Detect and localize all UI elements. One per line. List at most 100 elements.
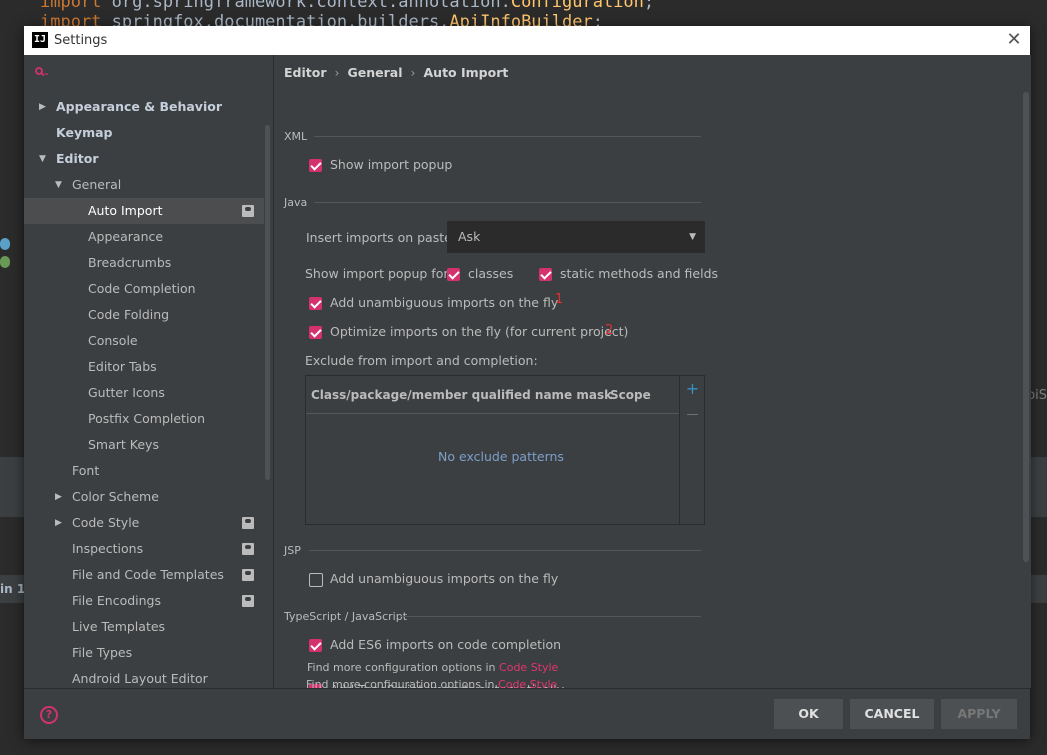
checkbox-icon[interactable] [309,159,322,172]
help-icon[interactable]: ? [40,706,58,724]
sidebar-item-editor-tabs[interactable]: Editor Tabs [24,354,264,380]
section-divider [314,136,701,137]
sidebar-item-label: Smart Keys [88,437,159,452]
sidebar-item-label: Color Scheme [72,489,159,504]
sidebar-item-auto-import[interactable]: Auto Import [24,198,264,224]
checkbox-icon[interactable] [309,297,322,310]
table-toolbar: + — [679,376,705,524]
project-scope-icon [242,205,254,217]
checkbox-icon[interactable] [309,573,323,587]
checkbox-icon[interactable] [309,326,322,339]
insert-on-paste-dropdown[interactable]: Ask ▼ [447,221,705,253]
background-icon [0,256,10,268]
exclude-patterns-table: Class/package/member qualified name mask… [305,375,705,525]
search-icon [35,67,48,77]
sidebar-item-gutter-icons[interactable]: Gutter Icons [24,380,264,406]
insert-on-paste-label: Insert imports on paste: [306,230,457,245]
remove-icon[interactable]: — [680,403,705,425]
sidebar-item-label: File and Code Templates [72,567,224,582]
sidebar-item-label: Console [88,333,138,348]
code-style-link[interactable]: Code Style [499,661,558,674]
section-title-jsp: JSP [284,544,301,557]
breadcrumb-separator: › [410,65,416,80]
content-scrollbar[interactable] [1023,92,1029,562]
section-title-xml: XML [284,130,308,143]
dialog-button-bar: ? OK CANCEL APPLY [24,688,1030,739]
search-input[interactable] [24,55,273,89]
sidebar-item-editor[interactable]: ▼ Editor [24,146,264,172]
sidebar-item-file-encodings[interactable]: File Encodings [24,588,264,614]
sidebar-item-smart-keys[interactable]: Smart Keys [24,432,264,458]
sidebar-item-label: Breadcrumbs [88,255,172,270]
sidebar-item-code-style[interactable]: ▶ Code Style [24,510,264,536]
sidebar-item-label: Auto Import [88,203,163,218]
project-scope-icon [242,595,254,607]
checkbox-label: Add ES6 imports on code completion [330,637,562,652]
checkbox-label: Add unambiguous imports on the fly [330,295,559,310]
checkbox-icon[interactable] [309,639,322,652]
sidebar-item-live-templates[interactable]: Live Templates [24,614,264,640]
sidebar-item-label: Appearance & Behavior [56,99,222,114]
breadcrumb: Editor › General › Auto Import [284,65,508,80]
settings-content: Editor › General › Auto Import XML Show impo… [273,55,1031,697]
sidebar-item-label: General [72,177,122,192]
checkbox-label: classes [468,266,514,281]
background-icon [0,238,10,250]
expand-right-icon[interactable]: ▶ [55,510,62,536]
sidebar-item-appearance[interactable]: Appearance [24,224,264,250]
settings-dialog: IJ Settings ✕ ▶ Appearance & Behavior Keym… [24,26,1031,739]
ok-button[interactable]: OK [774,699,843,729]
breadcrumb-auto-import: Auto Import [423,65,509,80]
sidebar-item-code-folding[interactable]: Code Folding [24,302,264,328]
sidebar-item-postfix-completion[interactable]: Postfix Completion [24,406,264,432]
expand-right-icon[interactable]: ▶ [39,94,46,120]
section-title-java: Java [284,196,308,209]
checkbox-icon[interactable] [539,268,552,281]
sidebar-item-code-completion[interactable]: Code Completion [24,276,264,302]
empty-table-text: No exclude patterns [438,449,564,464]
chevron-down-icon: ▼ [689,232,696,242]
sidebar-item-label: File Encodings [72,593,162,608]
hint-text: Find more configuration options in [307,661,500,674]
table-header: Class/package/member qualified name mask… [306,376,679,414]
expand-down-icon[interactable]: ▼ [39,146,46,172]
intellij-logo-icon: IJ [32,32,48,48]
sidebar-item-general[interactable]: ▼ General [24,172,264,198]
section-divider [314,202,701,203]
sidebar-item-inspections[interactable]: Inspections [24,536,264,562]
sidebar-item-label: Inspections [72,541,144,556]
sidebar-item-label: Postfix Completion [88,411,205,426]
expand-right-icon[interactable]: ▶ [55,484,62,510]
sidebar-item-appearance-behavior[interactable]: ▶ Appearance & Behavior [24,94,264,120]
sidebar-item-label: File Types [72,645,133,660]
column-header-mask[interactable]: Class/package/member qualified name mask [311,388,612,402]
breadcrumb-separator: › [334,65,340,80]
exclude-label: Exclude from import and completion: [305,353,538,368]
cancel-button[interactable]: CANCEL [850,699,934,729]
sidebar-item-color-scheme[interactable]: ▶ Color Scheme [24,484,264,510]
close-button[interactable]: ✕ [1004,30,1024,50]
sidebar-item-file-and-code-templates[interactable]: File and Code Templates [24,562,264,588]
sidebar-item-file-types[interactable]: File Types [24,640,264,666]
sidebar-item-breadcrumbs[interactable]: Breadcrumbs [24,250,264,276]
sidebar-item-console[interactable]: Console [24,328,264,354]
apply-button[interactable]: APPLY [941,699,1017,729]
add-icon[interactable]: + [680,378,705,400]
sidebar-item-keymap[interactable]: Keymap [24,120,264,146]
sidebar-item-label: Code Style [72,515,140,530]
sidebar-item-font[interactable]: Font [24,458,264,484]
expand-down-icon[interactable]: ▼ [55,172,62,198]
breadcrumb-general[interactable]: General [348,65,403,80]
window-title: Settings [54,33,108,48]
sidebar-scrollbar[interactable] [265,125,270,480]
column-header-scope[interactable]: Scope [610,388,651,402]
section-divider [400,616,701,617]
checkbox-icon[interactable] [447,268,460,281]
breadcrumb-editor[interactable]: Editor [284,65,327,80]
project-scope-icon [242,569,254,581]
hint-text: Find more configuration options in [306,678,499,688]
sidebar-item-label: Live Templates [72,619,166,634]
project-scope-icon [242,543,254,555]
sidebar-item-label: Font [72,463,100,478]
code-style-link[interactable]: Code Style [498,678,557,688]
